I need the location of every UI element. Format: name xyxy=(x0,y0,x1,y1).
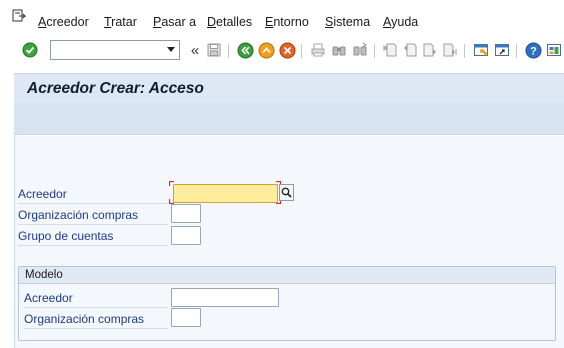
modelo-org-compras-input[interactable] xyxy=(171,308,201,327)
grupo-cuentas-label: Grupo de cuentas xyxy=(18,229,114,243)
menu-item-pasar-a[interactable]: Pasar a xyxy=(153,15,196,29)
shortcut-icon[interactable] xyxy=(493,41,511,59)
search-icon xyxy=(281,187,292,198)
next-page-icon[interactable] xyxy=(421,41,439,59)
toolbar-separator xyxy=(464,44,465,58)
command-field-input[interactable] xyxy=(51,41,161,59)
find-next-icon[interactable] xyxy=(351,41,369,59)
menu-item-label: Detalles xyxy=(207,15,253,29)
menu-item-sistema[interactable]: Sistema xyxy=(325,15,370,29)
menu-item-acreedor[interactable]: Acreedor xyxy=(38,15,89,29)
enter-check-icon[interactable] xyxy=(21,41,39,59)
toolbar-separator xyxy=(228,44,229,58)
modelo-group-header: Modelo xyxy=(19,267,555,284)
label-underline xyxy=(18,203,168,204)
menu-item-label: Sistema xyxy=(325,15,371,29)
first-page-icon[interactable] xyxy=(381,41,399,59)
acreedor-input[interactable] xyxy=(173,184,278,203)
application-toolbar xyxy=(14,103,564,135)
menu-item-label: Entorno xyxy=(265,15,309,29)
dropdown-arrow-icon[interactable] xyxy=(167,47,175,52)
modelo-group: Modelo xyxy=(18,266,556,341)
menu-bar: Acreedor Tratar Pasar a Detalles Entorno… xyxy=(0,0,564,36)
menu-item-label: Pasar a xyxy=(153,15,197,29)
toolbar-separator xyxy=(301,44,302,58)
menu-item-tratar[interactable]: Tratar xyxy=(104,15,137,29)
toolbar-separator xyxy=(516,44,517,58)
cancel-icon[interactable] xyxy=(278,41,296,59)
menu-item-entorno[interactable]: Entorno xyxy=(265,15,309,29)
customize-layout-icon[interactable] xyxy=(545,41,563,59)
help-icon[interactable]: ? xyxy=(524,41,542,59)
title-bar: Acreedor Crear: Acceso xyxy=(14,73,564,103)
modelo-acreedor-input[interactable] xyxy=(171,288,279,307)
exit-icon[interactable] xyxy=(257,41,275,59)
save-icon[interactable] xyxy=(205,41,223,59)
modelo-org-compras-label: Organización compras xyxy=(24,312,145,326)
modelo-acreedor-label: Acreedor xyxy=(24,291,73,305)
label-underline xyxy=(24,307,168,308)
page-title: Acreedor Crear: Acceso xyxy=(27,80,204,97)
last-page-icon[interactable] xyxy=(441,41,459,59)
svg-text:?: ? xyxy=(530,45,537,57)
focus-corner-icon xyxy=(169,181,174,186)
acreedor-label: Acreedor xyxy=(18,187,67,201)
org-compras-label: Organización compras xyxy=(18,208,139,222)
standard-toolbar: « ? xyxy=(0,36,564,64)
grupo-cuentas-input[interactable] xyxy=(171,226,201,245)
new-session-icon[interactable] xyxy=(472,41,490,59)
menu-item-detalles[interactable]: Detalles xyxy=(207,15,252,29)
menu-item-label: Tratar xyxy=(104,15,137,29)
label-underline xyxy=(18,224,168,225)
org-compras-input[interactable] xyxy=(171,204,201,223)
toolbar-separator xyxy=(374,44,375,58)
label-underline xyxy=(24,328,168,329)
label-underline xyxy=(18,245,168,246)
command-field[interactable] xyxy=(50,40,180,60)
collapse-chevrons-icon[interactable]: « xyxy=(186,41,204,59)
find-icon[interactable] xyxy=(330,41,348,59)
menu-item-ayuda[interactable]: Ayuda xyxy=(383,15,418,29)
previous-page-icon[interactable] xyxy=(401,41,419,59)
print-icon[interactable] xyxy=(309,41,327,59)
modelo-group-title: Modelo xyxy=(25,269,63,281)
menu-exit-icon[interactable] xyxy=(12,9,27,23)
menu-item-label: Acreedor xyxy=(38,15,89,29)
menu-item-label: Ayuda xyxy=(383,15,419,29)
back-icon[interactable] xyxy=(236,41,254,59)
search-help-button[interactable] xyxy=(279,184,294,201)
